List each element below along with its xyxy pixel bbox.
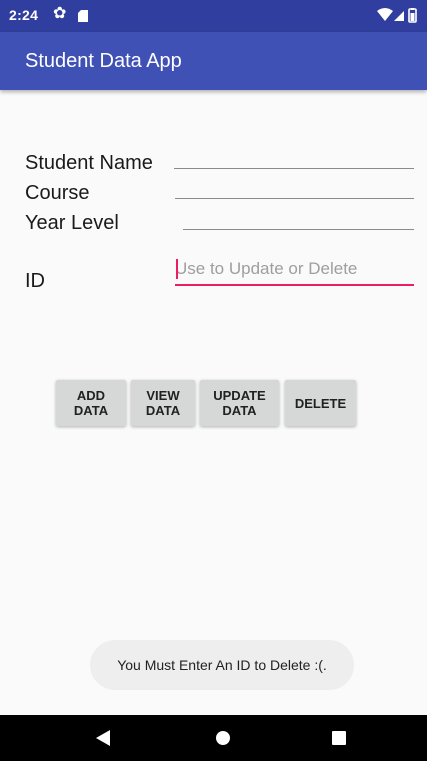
year-level-field[interactable]: [183, 229, 414, 230]
status-icons: [377, 8, 419, 29]
recents-icon[interactable]: [332, 731, 346, 745]
app-bar: Student Data App: [0, 32, 427, 90]
student-name-field[interactable]: [174, 168, 414, 169]
course-field[interactable]: [175, 198, 414, 199]
status-bar: 2:24 ✿: [0, 0, 427, 32]
gear-icon: ✿: [53, 5, 67, 22]
battery-icon: [408, 8, 417, 23]
year-level-label: Year Level: [25, 212, 119, 234]
sd-card-icon: [78, 9, 88, 27]
delete-button[interactable]: DELETE: [285, 380, 356, 426]
signal-icon: [394, 11, 404, 21]
id-field-wrapper: [175, 254, 414, 286]
toast-text: You Must Enter An ID to Delete :(.: [117, 657, 327, 673]
text-cursor: [176, 259, 178, 279]
add-data-button[interactable]: ADD DATA: [56, 380, 126, 426]
update-data-button[interactable]: UPDATE DATA: [200, 380, 279, 426]
back-icon[interactable]: [96, 730, 110, 751]
app-title: Student Data App: [25, 50, 182, 72]
id-input[interactable]: [175, 254, 414, 286]
course-label: Course: [25, 182, 90, 204]
student-name-label: Student Name: [25, 152, 153, 174]
id-label: ID: [25, 270, 45, 292]
view-data-button[interactable]: VIEW DATA: [131, 380, 195, 426]
status-time: 2:24: [9, 7, 39, 23]
home-icon[interactable]: [216, 731, 230, 745]
wifi-icon: [377, 8, 393, 21]
navigation-bar: [0, 715, 427, 761]
toast-message: You Must Enter An ID to Delete :(.: [90, 640, 354, 690]
